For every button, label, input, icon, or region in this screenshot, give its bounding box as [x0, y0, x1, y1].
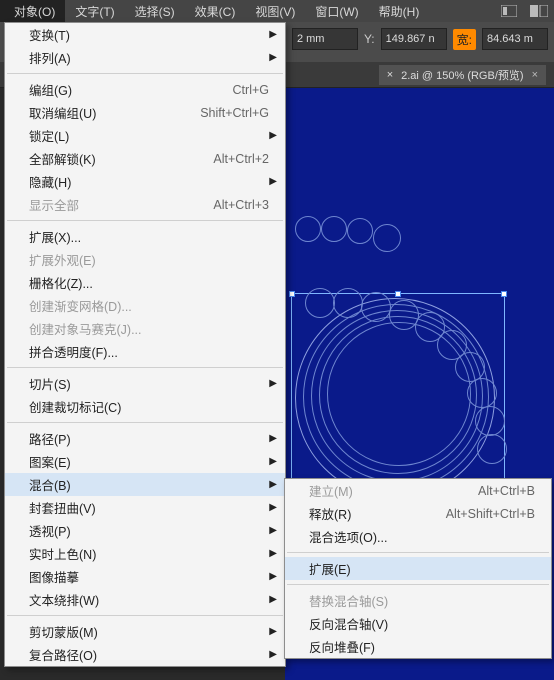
submenu-arrow-icon: ▶ — [269, 626, 277, 637]
mi-path[interactable]: 路径(P)▶ — [5, 427, 285, 450]
submenu-arrow-icon: ▶ — [269, 176, 277, 187]
mi-clip-mask[interactable]: 剪切蒙版(M)▶ — [5, 620, 285, 643]
field-snippet[interactable]: 2 mm — [292, 28, 358, 50]
smi-release[interactable]: 释放(R)Alt+Shift+Ctrl+B — [285, 502, 551, 525]
mi-lock[interactable]: 锁定(L)▶ — [5, 124, 285, 147]
smi-reverse-spine[interactable]: 反向混合轴(V) — [285, 612, 551, 635]
mi-show-all: 显示全部Alt+Ctrl+3 — [5, 193, 285, 216]
submenu-arrow-icon: ▶ — [269, 479, 277, 490]
mi-blend[interactable]: 混合(B)▶ — [5, 473, 285, 496]
mi-group[interactable]: 编组(G)Ctrl+G — [5, 78, 285, 101]
menu-object[interactable]: 对象(O) — [0, 0, 65, 23]
mi-envelope[interactable]: 封套扭曲(V)▶ — [5, 496, 285, 519]
smi-reverse-front[interactable]: 反向堆叠(F) — [285, 635, 551, 658]
submenu-arrow-icon: ▶ — [269, 594, 277, 605]
smi-make: 建立(M)Alt+Ctrl+B — [285, 479, 551, 502]
mi-image-trace[interactable]: 图像描摹▶ — [5, 565, 285, 588]
menu-select[interactable]: 选择(S) — [125, 0, 185, 23]
mi-gradient-mesh: 创建渐变网格(D)... — [5, 294, 285, 317]
mi-text-wrap[interactable]: 文本绕排(W)▶ — [5, 588, 285, 611]
mi-hide[interactable]: 隐藏(H)▶ — [5, 170, 285, 193]
y-label: Y: — [364, 32, 375, 46]
submenu-arrow-icon: ▶ — [269, 548, 277, 559]
mi-slice[interactable]: 切片(S)▶ — [5, 372, 285, 395]
submenu-arrow-icon: ▶ — [269, 433, 277, 444]
mi-flatten[interactable]: 拼合透明度(F)... — [5, 340, 285, 363]
mi-live-paint[interactable]: 实时上色(N)▶ — [5, 542, 285, 565]
menu-text[interactable]: 文字(T) — [65, 0, 124, 23]
submenu-arrow-icon: ▶ — [269, 52, 277, 63]
blend-submenu: 建立(M)Alt+Ctrl+B 释放(R)Alt+Shift+Ctrl+B 混合… — [284, 478, 552, 659]
submenu-arrow-icon: ▶ — [269, 130, 277, 141]
mi-unlock-all[interactable]: 全部解锁(K)Alt+Ctrl+2 — [5, 147, 285, 170]
mi-rasterize[interactable]: 栅格化(Z)... — [5, 271, 285, 294]
smi-options[interactable]: 混合选项(O)... — [285, 525, 551, 548]
width-field[interactable]: 84.643 m — [482, 28, 548, 50]
arrange-docs-icon[interactable] — [524, 2, 554, 20]
panel-icon[interactable] — [494, 2, 524, 20]
submenu-arrow-icon: ▶ — [269, 571, 277, 582]
submenu-arrow-icon: ▶ — [269, 456, 277, 467]
mi-ungroup[interactable]: 取消编组(U)Shift+Ctrl+G — [5, 101, 285, 124]
submenu-arrow-icon: ▶ — [269, 502, 277, 513]
smi-replace-spine: 替换混合轴(S) — [285, 589, 551, 612]
menu-view[interactable]: 视图(V) — [245, 0, 305, 23]
y-field[interactable]: 149.867 n — [381, 28, 447, 50]
mi-transform[interactable]: 变换(T)▶ — [5, 23, 285, 46]
mi-trim-marks[interactable]: 创建裁切标记(C) — [5, 395, 285, 418]
menu-help[interactable]: 帮助(H) — [369, 0, 430, 23]
tab-label: 2.ai @ 150% (RGB/预览) — [401, 67, 523, 83]
mi-compound[interactable]: 复合路径(O)▶ — [5, 643, 285, 666]
document-tab[interactable]: × 2.ai @ 150% (RGB/预览) × — [379, 65, 546, 85]
smi-expand[interactable]: 扩展(E) — [285, 557, 551, 580]
submenu-arrow-icon: ▶ — [269, 29, 277, 40]
tab-close-icon[interactable]: × — [532, 69, 538, 81]
submenu-arrow-icon: ▶ — [269, 525, 277, 536]
menu-effect[interactable]: 效果(C) — [185, 0, 246, 23]
submenu-arrow-icon: ▶ — [269, 378, 277, 389]
mi-expand[interactable]: 扩展(X)... — [5, 225, 285, 248]
mi-mosaic: 创建对象马赛克(J)... — [5, 317, 285, 340]
mi-expand-appearance: 扩展外观(E) — [5, 248, 285, 271]
mi-pattern[interactable]: 图案(E)▶ — [5, 450, 285, 473]
mi-perspective[interactable]: 透视(P)▶ — [5, 519, 285, 542]
submenu-arrow-icon: ▶ — [269, 649, 277, 660]
width-label: 宽: — [453, 29, 476, 50]
object-menu: 变换(T)▶ 排列(A)▶ 编组(G)Ctrl+G 取消编组(U)Shift+C… — [4, 22, 286, 667]
menu-window[interactable]: 窗口(W) — [305, 0, 368, 23]
tab-close-icon-left[interactable]: × — [387, 69, 393, 81]
mi-arrange[interactable]: 排列(A)▶ — [5, 46, 285, 69]
